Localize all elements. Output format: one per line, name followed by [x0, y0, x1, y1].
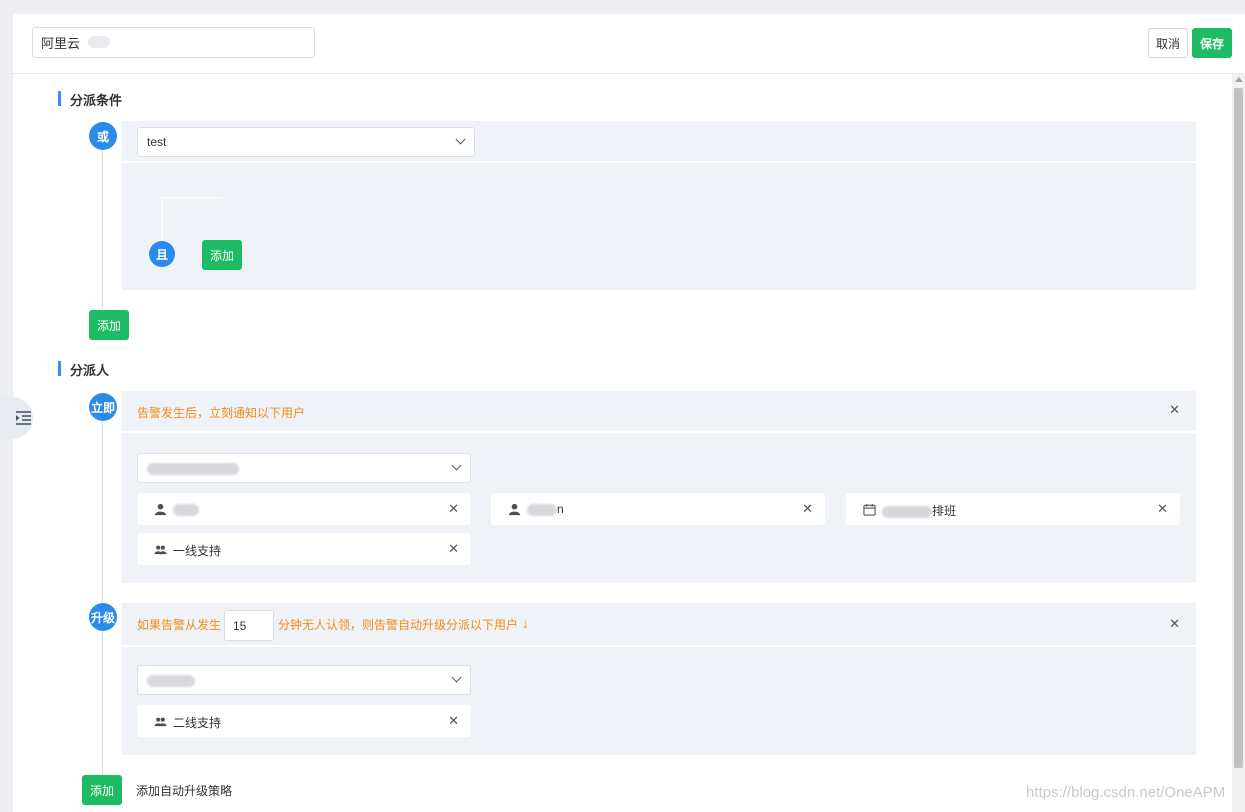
chip-label: 一线支持: [173, 544, 222, 558]
or-badge: 或: [89, 122, 117, 150]
close-icon[interactable]: ✕: [1169, 616, 1180, 632]
assignee-chip: ✕: [137, 493, 471, 525]
remove-icon[interactable]: ✕: [448, 501, 459, 517]
redacted-text: [173, 503, 199, 516]
condition-head: test: [122, 121, 1196, 161]
assignee-chip: n ✕: [491, 493, 825, 525]
immediate-head: 告警发生后，立刻通知以下用户 ✕: [122, 391, 1196, 431]
remove-icon[interactable]: ✕: [448, 541, 459, 557]
add-escalation-label: 添加自动升级策略: [136, 784, 233, 798]
chevron-down-icon: [455, 134, 466, 145]
immediate-body: ✕ n ✕ 排班 ✕ 一线支持 ✕: [122, 433, 1196, 583]
condition-select[interactable]: test: [137, 127, 475, 157]
escalate-hint-prefix: 如果告警从发生: [137, 618, 222, 632]
timeline-line: [102, 409, 103, 777]
condition-select-value: test: [147, 135, 167, 149]
add-and-condition-button[interactable]: 添加: [202, 240, 242, 270]
immediate-badge: 立即: [89, 393, 117, 421]
policy-editor-card: 取消 保存 分派条件 或 test 且 添加 添加 分派人 立即 告警发生后，立…: [13, 14, 1245, 812]
remove-icon[interactable]: ✕: [1157, 501, 1168, 517]
scroll-up-icon[interactable]: [1235, 77, 1243, 82]
assignee-select[interactable]: [137, 453, 471, 483]
chevron-down-icon: [451, 672, 462, 683]
arrow-down-icon: ↓: [522, 616, 529, 631]
remove-icon[interactable]: ✕: [802, 501, 813, 517]
and-badge: 且: [149, 241, 175, 267]
add-escalation-button[interactable]: 添加: [82, 775, 122, 805]
redacted-text: [88, 36, 110, 48]
redacted-text: [147, 674, 195, 687]
redacted-text: [882, 505, 932, 518]
group-icon: [154, 717, 167, 727]
chip-label: n: [527, 502, 564, 516]
immediate-hint: 告警发生后，立刻通知以下用户: [137, 406, 306, 420]
remove-icon[interactable]: ✕: [448, 713, 459, 729]
section-title-assignees: 分派人: [58, 360, 109, 379]
cancel-button[interactable]: 取消: [1148, 28, 1188, 58]
escalate-hint-suffix: 分钟无人认领，则告警自动升级分派以下用户: [278, 618, 519, 632]
user-icon: [508, 503, 521, 516]
group-chip: 二线支持 ✕: [137, 705, 471, 737]
escalate-body: 二线支持 ✕: [122, 647, 1196, 755]
escalate-minutes-input[interactable]: [224, 610, 274, 641]
chip-label: 排班: [882, 502, 956, 519]
redacted-text: [147, 462, 239, 475]
save-button[interactable]: 保存: [1192, 28, 1232, 58]
timeline-line: [102, 136, 103, 308]
chevron-down-icon: [451, 460, 462, 471]
escalate-assignee-select[interactable]: [137, 665, 471, 695]
calendar-icon: [863, 503, 876, 516]
close-icon[interactable]: ✕: [1169, 402, 1180, 418]
schedule-chip: 排班 ✕: [846, 493, 1180, 525]
redacted-text: [527, 503, 557, 516]
group-icon: [154, 545, 167, 555]
section-title-conditions: 分派条件: [58, 90, 122, 109]
indent-icon: [16, 411, 31, 425]
user-icon: [154, 503, 167, 516]
escalate-head: 如果告警从发生 分钟无人认领，则告警自动升级分派以下用户 ↓ ✕: [122, 603, 1196, 645]
condition-body: 且 添加: [122, 163, 1196, 290]
chip-label: [173, 502, 199, 516]
add-or-condition-button[interactable]: 添加: [89, 310, 129, 340]
watermark: https://blog.csdn.net/OneAPM: [1026, 784, 1226, 801]
policy-name-input[interactable]: [32, 27, 315, 58]
group-chip: 一线支持 ✕: [137, 533, 471, 565]
editor-header: 取消 保存: [13, 14, 1245, 74]
scrollbar-thumb[interactable]: [1234, 88, 1243, 768]
chip-label: 二线支持: [173, 716, 222, 730]
escalate-badge: 升级: [89, 603, 117, 631]
